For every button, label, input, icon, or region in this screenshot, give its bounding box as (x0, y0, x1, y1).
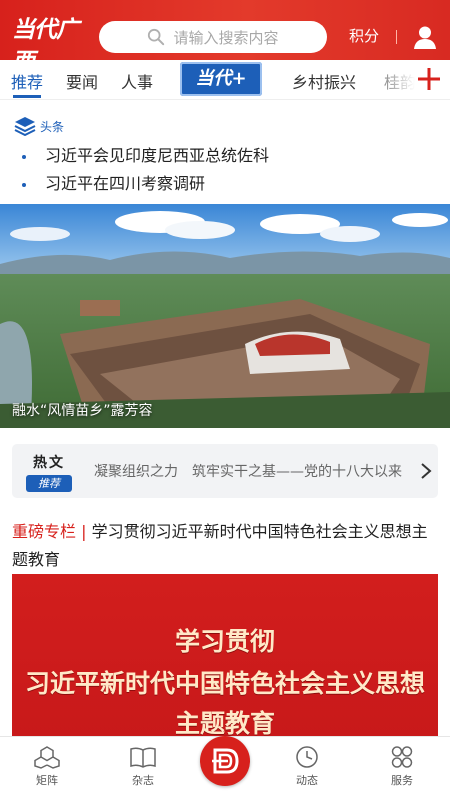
app-logo[interactable]: 当代广西 (12, 14, 94, 75)
nav-magazine-label: 杂志 (132, 774, 154, 787)
search-icon (148, 28, 165, 46)
grid-circles-icon (391, 746, 413, 768)
photo-caption: 融水“风情苗乡”露芳容 (12, 403, 153, 419)
bullet (22, 182, 26, 187)
village-aerial-image (0, 204, 450, 428)
nav-matrix-label: 矩阵 (36, 774, 58, 787)
feature-column-title[interactable]: 重磅专栏 | 学习贯彻习近平新时代中国特色社会主义思想主题教育 (12, 518, 438, 574)
nav-services-label: 服务 (391, 774, 413, 787)
tabs-fade (360, 62, 415, 98)
user-icon[interactable] (412, 24, 438, 50)
banner-line-2: 习近平新时代中国特色社会主义思想 (24, 669, 425, 698)
hot-article-bar[interactable]: 热文 推荐 凝聚组织之力 筑牢实干之基——党的十八大以来 (12, 444, 438, 498)
nav-updates[interactable]: 动态 (277, 745, 337, 788)
tab-dangdai-plus[interactable]: 当代+ (180, 62, 262, 96)
nav-magazine[interactable]: 杂志 (113, 745, 173, 788)
active-tab-underline (13, 95, 41, 98)
headline-item[interactable]: 习近平在四川考察调研 (22, 170, 205, 194)
bullet (22, 154, 26, 159)
tab-news[interactable]: 要闻 (66, 69, 98, 93)
search-placeholder: 请输入搜索内容 (173, 28, 279, 47)
hexagon-cluster-icon (34, 746, 60, 769)
banner-line-3: 主题教育 (174, 709, 275, 738)
clock-icon (296, 746, 318, 768)
add-channel-icon[interactable] (414, 64, 444, 94)
headline-item[interactable]: 习近平会见印度尼西亚总统佐科 (22, 142, 269, 166)
nav-updates-label: 动态 (296, 774, 318, 787)
headline-text: 习近平在四川考察调研 (45, 174, 206, 193)
open-book-icon (130, 747, 156, 768)
feature-tag: 重磅专栏 (12, 522, 77, 541)
hot-article-text: 凝聚组织之力 筑牢实干之基——党的十八大以来 (94, 464, 402, 480)
recommend-badge: 推荐 (26, 475, 72, 492)
nav-services[interactable]: 服务 (372, 745, 432, 788)
tab-rural-revitalization[interactable]: 乡村振兴 (292, 69, 356, 93)
headline-label: 头条 (40, 119, 65, 134)
home-center-button[interactable] (200, 736, 250, 786)
theme-education-banner[interactable]: 学习贯彻 习近平新时代中国特色社会主义思想 主题教育 (12, 574, 438, 740)
layers-icon (14, 117, 36, 136)
headline-text: 习近平会见印度尼西亚总统佐科 (45, 146, 270, 165)
hot-badge: 热文 推荐 (26, 452, 72, 492)
header-divider (396, 30, 397, 44)
featured-photo[interactable] (0, 204, 450, 428)
tab-personnel[interactable]: 人事 (121, 69, 153, 93)
points-button[interactable]: 积分 (349, 25, 379, 46)
nav-matrix[interactable]: 矩阵 (17, 745, 77, 788)
headline-section-header: 头条 (14, 116, 64, 136)
home-logo-icon (212, 748, 239, 774)
tab-recommend[interactable]: 推荐 (11, 69, 43, 93)
chevron-right-icon (421, 463, 432, 479)
hot-title: 热文 (33, 455, 65, 471)
banner-line-1: 学习贯彻 (174, 627, 275, 656)
search-input[interactable]: 请输入搜索内容 (99, 21, 327, 53)
